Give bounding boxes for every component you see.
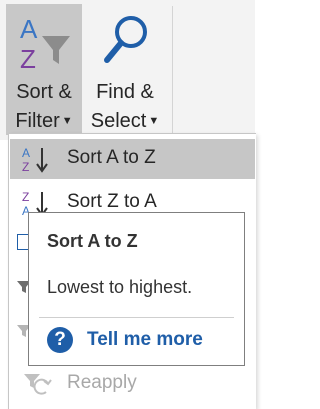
reapply-icon <box>20 370 54 398</box>
svg-text:A: A <box>22 146 30 160</box>
sort-a-to-z-icon: A Z <box>20 145 54 174</box>
find-select-label-line2: Select <box>90 110 147 132</box>
menu-item-reapply[interactable]: Reapply <box>10 364 255 404</box>
tooltip-divider <box>39 317 234 318</box>
menu-item-sort-a-to-z[interactable]: A Z Sort A to Z <box>10 139 255 179</box>
find-select-label-line1: Find & <box>96 81 154 103</box>
svg-text:Z: Z <box>20 44 36 74</box>
find-select-button[interactable]: Find & Select ▼ <box>84 4 166 135</box>
sort-filter-icon: A Z <box>6 10 82 74</box>
tooltip-description: Lowest to highest. <box>47 277 193 297</box>
ribbon: A Z Sort & Filter ▼ Find & Select ▼ <box>0 0 255 140</box>
dropdown-caret-icon: ▼ <box>148 115 160 127</box>
dropdown-caret-icon: ▼ <box>61 115 73 127</box>
tell-me-more-label: Tell me more <box>87 329 203 350</box>
svg-text:Z: Z <box>22 160 29 173</box>
sort-filter-label-line1: Sort & <box>16 81 72 103</box>
svg-text:Z: Z <box>22 190 29 204</box>
menu-item-label: Sort A to Z <box>67 147 156 168</box>
sort-filter-label-line2: Filter <box>15 110 60 132</box>
sort-tooltip: Sort A to Z Lowest to highest. ? Tell me… <box>28 212 245 366</box>
tell-me-more-link[interactable]: ? Tell me more <box>47 327 203 353</box>
menu-item-label: Sort Z to A <box>67 191 157 212</box>
help-icon: ? <box>47 327 73 353</box>
sort-filter-button[interactable]: A Z Sort & Filter ▼ <box>6 4 82 135</box>
menu-item-label: Reapply <box>67 372 137 393</box>
magnifier-icon <box>84 10 166 74</box>
tooltip-title: Sort A to Z <box>47 231 138 251</box>
svg-text:A: A <box>20 14 38 44</box>
ribbon-separator <box>172 6 173 134</box>
